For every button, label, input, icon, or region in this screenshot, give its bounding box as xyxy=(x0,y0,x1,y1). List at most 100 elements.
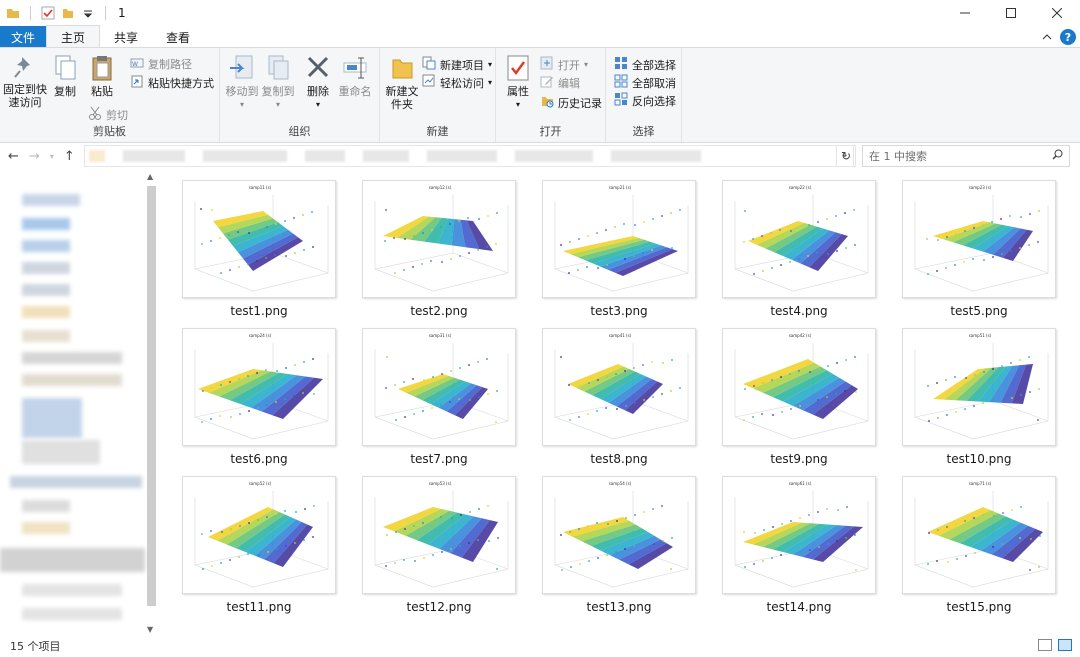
image-thumbnail[interactable]: samp21 (s) xyxy=(542,180,696,298)
tab-file[interactable]: 文件 xyxy=(0,26,46,48)
file-tile[interactable]: samp12 (s) test2.png xyxy=(342,172,522,320)
file-tile[interactable]: samp21 (s) test3.png xyxy=(522,172,702,320)
nav-item[interactable] xyxy=(22,398,82,438)
large-icons-view-icon[interactable] xyxy=(1058,639,1072,651)
edit-button[interactable]: 编辑 xyxy=(540,74,580,91)
customize-toolbar-dropdown-icon[interactable] xyxy=(81,6,95,20)
move-to-button[interactable]: 移动到 ▾ xyxy=(224,54,260,111)
nav-item[interactable] xyxy=(22,218,70,230)
image-thumbnail[interactable]: samp23 (s) xyxy=(902,180,1056,298)
file-tile[interactable]: samp24 (s) test6.png xyxy=(162,320,342,468)
image-thumbnail[interactable]: samp61 (s) xyxy=(722,476,876,594)
nav-item[interactable] xyxy=(22,352,122,364)
file-tile[interactable]: samp52 (s) test11.png xyxy=(162,468,342,616)
navigation-scrollbar[interactable]: ▲ ▼ xyxy=(145,172,158,634)
image-thumbnail[interactable]: samp71 (s) xyxy=(902,476,1056,594)
delete-button[interactable]: 删除 ▾ xyxy=(304,54,332,111)
pin-to-quick-access-button[interactable]: 固定到快速访问 xyxy=(2,54,48,109)
scrollbar-thumb[interactable] xyxy=(147,186,156,606)
address-segment[interactable] xyxy=(363,150,409,162)
tab-view[interactable]: 查看 xyxy=(152,26,204,48)
nav-item[interactable] xyxy=(22,262,70,274)
forward-arrow-icon[interactable]: → xyxy=(29,149,40,164)
refresh-button[interactable]: ↻ xyxy=(836,145,856,167)
collapse-ribbon-chevron-icon[interactable] xyxy=(1042,30,1052,44)
nav-item[interactable] xyxy=(22,374,122,386)
help-icon[interactable]: ? xyxy=(1060,29,1076,45)
paste-button[interactable]: 粘贴 xyxy=(86,54,118,98)
address-segment[interactable] xyxy=(611,150,701,162)
file-tile[interactable]: samp41 (s) test8.png xyxy=(522,320,702,468)
copy-button[interactable]: 复制 xyxy=(50,54,80,98)
file-tile[interactable]: samp23 (s) test5.png xyxy=(882,172,1062,320)
history-button[interactable]: 历史记录 xyxy=(540,94,602,111)
address-segment[interactable] xyxy=(515,150,593,162)
address-segment[interactable] xyxy=(305,150,345,162)
address-segment[interactable] xyxy=(123,150,185,162)
file-tile[interactable]: samp61 (s) test14.png xyxy=(702,468,882,616)
file-tile[interactable]: samp31 (s) test7.png xyxy=(342,320,522,468)
tab-share[interactable]: 共享 xyxy=(100,26,152,48)
paste-shortcut-button[interactable]: 粘贴快捷方式 xyxy=(130,74,214,91)
rename-button[interactable]: 重命名 xyxy=(336,54,374,98)
nav-item[interactable] xyxy=(22,330,70,342)
address-segment[interactable] xyxy=(427,150,497,162)
image-thumbnail[interactable]: samp22 (s) xyxy=(722,180,876,298)
up-arrow-icon[interactable]: ↑ xyxy=(64,149,75,164)
invert-selection-button[interactable]: 反向选择 xyxy=(614,92,676,109)
search-icon[interactable] xyxy=(1052,149,1063,163)
new-folder-quick-icon[interactable] xyxy=(61,6,75,20)
file-tile[interactable]: samp53 (s) test12.png xyxy=(342,468,522,616)
select-none-button[interactable]: 全部取消 xyxy=(614,74,676,91)
cut-button[interactable]: 剪切 xyxy=(88,106,128,123)
image-thumbnail[interactable]: samp24 (s) xyxy=(182,328,336,446)
nav-item[interactable] xyxy=(22,584,122,596)
maximize-button[interactable] xyxy=(988,0,1034,26)
properties-button[interactable]: 属性 ▾ xyxy=(504,54,532,111)
tab-home[interactable]: 主页 xyxy=(46,25,101,48)
search-box[interactable]: 在 1 中搜索 xyxy=(862,145,1070,167)
address-segment[interactable] xyxy=(203,150,287,162)
nav-item-selected[interactable] xyxy=(0,548,145,572)
recent-locations-chevron-icon[interactable]: ▾ xyxy=(50,152,54,161)
nav-item[interactable] xyxy=(22,500,70,512)
file-tile[interactable]: samp22 (s) test4.png xyxy=(702,172,882,320)
back-arrow-icon[interactable]: ← xyxy=(8,149,19,164)
minimize-button[interactable] xyxy=(942,0,988,26)
nav-item[interactable] xyxy=(22,194,80,206)
image-thumbnail[interactable]: samp54 (s) xyxy=(542,476,696,594)
scroll-down-icon[interactable]: ▼ xyxy=(147,625,153,634)
image-thumbnail[interactable]: samp41 (s) xyxy=(542,328,696,446)
image-thumbnail[interactable]: samp31 (s) xyxy=(362,328,516,446)
details-view-icon[interactable] xyxy=(1038,639,1052,651)
nav-item[interactable] xyxy=(22,240,70,252)
close-button[interactable] xyxy=(1034,0,1080,26)
file-tile[interactable]: samp54 (s) test13.png xyxy=(522,468,702,616)
nav-item[interactable] xyxy=(22,284,70,296)
properties-check-icon[interactable] xyxy=(41,6,55,20)
address-bar[interactable]: ⌄ xyxy=(84,145,854,167)
image-thumbnail[interactable]: samp52 (s) xyxy=(182,476,336,594)
image-thumbnail[interactable]: samp42 (s) xyxy=(722,328,876,446)
image-thumbnail[interactable]: samp11 (s) xyxy=(182,180,336,298)
copy-to-button[interactable]: 复制到 ▾ xyxy=(260,54,296,111)
new-item-button[interactable]: 新建项目 ▾ xyxy=(422,56,492,73)
image-thumbnail[interactable]: samp53 (s) xyxy=(362,476,516,594)
file-tile[interactable]: samp51 (s) test10.png xyxy=(882,320,1062,468)
open-button[interactable]: 打开 ▾ xyxy=(540,56,588,73)
nav-item[interactable] xyxy=(22,522,70,534)
nav-item[interactable] xyxy=(10,476,142,488)
nav-item[interactable] xyxy=(22,608,122,620)
image-thumbnail[interactable]: samp12 (s) xyxy=(362,180,516,298)
file-tile[interactable]: samp42 (s) test9.png xyxy=(702,320,882,468)
nav-item[interactable] xyxy=(22,306,70,318)
nav-item[interactable] xyxy=(22,440,100,464)
image-thumbnail[interactable]: samp51 (s) xyxy=(902,328,1056,446)
copy-path-button[interactable]: W 复制路径 xyxy=(130,56,192,72)
file-tile[interactable]: samp71 (s) test15.png xyxy=(882,468,1062,616)
scroll-up-icon[interactable]: ▲ xyxy=(147,172,153,181)
easy-access-button[interactable]: 轻松访问 ▾ xyxy=(422,74,492,91)
new-folder-button[interactable]: 新建文件夹 xyxy=(384,54,420,111)
select-all-button[interactable]: 全部选择 xyxy=(614,56,676,73)
file-tile[interactable]: samp11 (s) test1.png xyxy=(162,172,342,320)
